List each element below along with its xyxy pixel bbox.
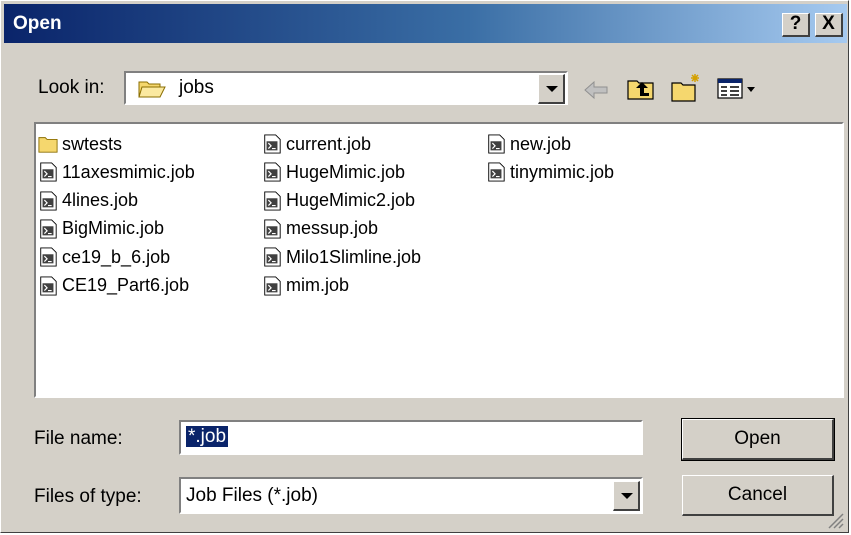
- file-item-label: mim.job: [286, 275, 350, 295]
- file-item-label: HugeMimic2.job: [286, 190, 416, 211]
- file-item[interactable]: 11axesmimic.job: [38, 158, 195, 186]
- file-item[interactable]: messup.job: [262, 215, 378, 243]
- job-file-icon: [264, 275, 281, 296]
- back-arrow-icon[interactable]: [583, 80, 611, 100]
- file-item-label: BigMimic.job: [62, 218, 165, 239]
- folder-open-icon: [138, 81, 166, 98]
- cancel-button-label: Cancel: [727, 484, 788, 505]
- job-file-icon: [264, 134, 281, 154]
- file-item[interactable]: tinymimic.job: [486, 158, 614, 186]
- file-list[interactable]: swtests 11axesmimic.job 4lines.job BigMimic…: [34, 122, 844, 398]
- folder-item[interactable]: swtests: [38, 130, 122, 158]
- file-name-field[interactable]: *.job: [179, 420, 643, 455]
- help-icon: ?: [789, 13, 802, 34]
- file-item-label: new.job: [510, 133, 572, 154]
- files-of-type-label-text: Files of type:: [34, 486, 142, 507]
- file-item-label: messup.job: [286, 218, 379, 239]
- file-item[interactable]: CE19_Part6.job: [38, 272, 189, 300]
- file-name-value: *.job: [186, 426, 229, 448]
- file-name-label-text: File name:: [34, 428, 123, 449]
- file-item-label: tinymimic.job: [510, 161, 615, 182]
- open-dialog: Open ? X Look in: jobs swtests 11axesmimi…: [0, 0, 849, 533]
- file-item-label: 4lines.job: [62, 190, 139, 211]
- look-in-label-text: Look in:: [38, 77, 105, 98]
- close-icon: X: [822, 13, 835, 34]
- job-file-icon: [264, 247, 281, 267]
- files-of-type-label: Files of type:: [34, 486, 142, 508]
- cancel-button[interactable]: Cancel: [682, 475, 834, 516]
- job-file-icon: [488, 162, 505, 182]
- file-item[interactable]: 4lines.job: [38, 187, 138, 215]
- open-button-label: Open: [734, 428, 781, 449]
- file-name-selected-text: *.job: [186, 426, 229, 447]
- job-file-icon: [264, 162, 281, 182]
- job-file-icon: [264, 191, 281, 211]
- file-item[interactable]: HugeMimic2.job: [262, 187, 415, 215]
- up-one-level-icon[interactable]: [627, 76, 657, 102]
- files-of-type-dropdown-arrow[interactable]: [613, 481, 640, 511]
- file-item-label: Milo1Slimline.job: [286, 246, 422, 267]
- new-folder-icon[interactable]: [671, 71, 705, 103]
- look-in-dropdown[interactable]: jobs: [124, 71, 568, 105]
- file-item[interactable]: Milo1Slimline.job: [262, 243, 421, 271]
- job-file-icon: [40, 191, 57, 211]
- look-in-value: jobs: [179, 77, 214, 98]
- file-item-label: 11axesmimic.job: [62, 161, 195, 182]
- view-menu-icon[interactable]: [717, 77, 759, 101]
- folder-icon: [38, 137, 58, 153]
- look-in-dropdown-arrow[interactable]: [538, 74, 565, 104]
- file-item-label: current.job: [286, 133, 372, 154]
- size-grip-icon[interactable]: [825, 512, 845, 530]
- file-item[interactable]: mim.job: [262, 272, 349, 300]
- file-item[interactable]: ce19_b_6.job: [38, 243, 170, 271]
- close-button[interactable]: X: [815, 13, 843, 37]
- job-file-icon: [488, 134, 505, 154]
- file-name-label: File name:: [34, 428, 123, 450]
- file-item-label: swtests: [62, 133, 123, 154]
- file-item-label: ce19_b_6.job: [62, 246, 171, 267]
- window-title: Open: [13, 13, 62, 34]
- job-file-icon: [264, 219, 281, 239]
- open-button[interactable]: Open: [681, 418, 835, 461]
- job-file-icon: [40, 275, 57, 296]
- job-file-icon: [40, 162, 57, 182]
- file-item[interactable]: BigMimic.job: [38, 215, 164, 243]
- title-bar[interactable]: Open ? X: [4, 4, 847, 43]
- files-of-type-value: Job Files (*.job): [186, 485, 318, 506]
- file-item-label: CE19_Part6.job: [62, 275, 190, 295]
- file-item[interactable]: current.job: [262, 130, 371, 158]
- file-item-label: HugeMimic.job: [286, 161, 406, 182]
- look-in-label: Look in:: [38, 77, 105, 99]
- file-item[interactable]: HugeMimic.job: [262, 158, 405, 186]
- files-of-type-dropdown[interactable]: Job Files (*.job): [179, 477, 643, 514]
- help-button[interactable]: ?: [782, 13, 810, 37]
- job-file-icon: [40, 219, 57, 239]
- job-file-icon: [40, 247, 57, 267]
- file-item[interactable]: new.job: [486, 130, 571, 158]
